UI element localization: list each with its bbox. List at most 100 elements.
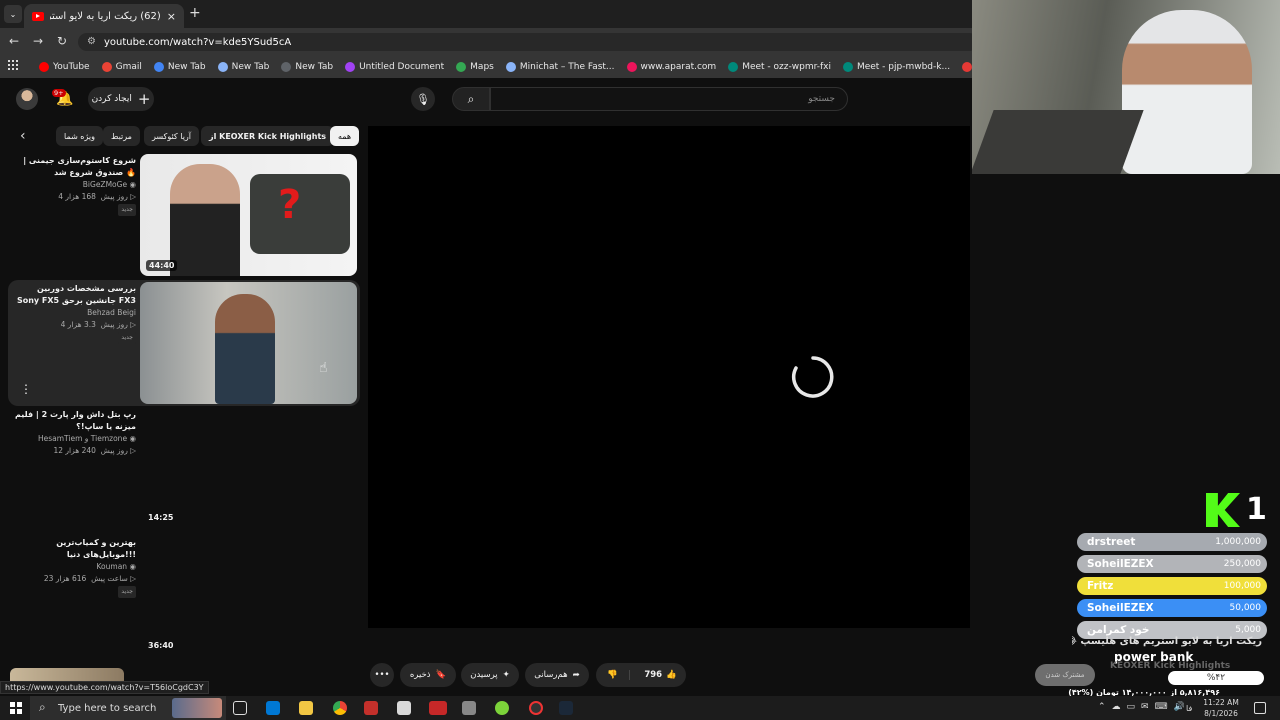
apps-grid-icon[interactable]: [8, 60, 18, 70]
address-bar[interactable]: ⚙ youtube.com/watch?v=kde5YSud5cA: [78, 33, 978, 51]
file-explorer-icon[interactable]: [299, 701, 313, 715]
browser-tab-active[interactable]: (62) ریکت آریا به لایو استریم های... ×: [24, 4, 184, 28]
donor-amount: 50,000: [1229, 603, 1262, 613]
search-icon: ⌕: [467, 91, 475, 106]
bookmark-item[interactable]: YouTube: [34, 62, 95, 72]
video-thumbnail[interactable]: [140, 282, 357, 404]
back-icon[interactable]: ←: [9, 34, 19, 48]
clock-date: 8/1/2026: [1204, 709, 1238, 718]
save-label: ذخیره: [409, 670, 431, 680]
goal-progress-bar: %۴۲: [1168, 671, 1264, 685]
webcam-keyboard: [972, 110, 1144, 174]
bookmark-label: YouTube: [53, 62, 90, 72]
donor-name: SoheilEZEX: [1087, 602, 1154, 614]
more-actions-button[interactable]: •••: [370, 663, 394, 687]
store-icon[interactable]: [266, 701, 280, 715]
leaderboard-row: drstreet 1,000,000: [1077, 533, 1267, 551]
share-button[interactable]: هم‌رسانی ➦: [525, 663, 589, 687]
video-thumbnail[interactable]: ? 44:40: [140, 154, 357, 276]
media-player-icon[interactable]: [364, 701, 378, 715]
reload-icon[interactable]: ↻: [57, 34, 67, 48]
chip-for-you[interactable]: ویژه شما: [56, 126, 104, 146]
bookmark-item[interactable]: Maps: [451, 62, 499, 72]
close-tab-icon[interactable]: ×: [167, 10, 176, 23]
video-title: بهترین و کمیاب‌ترین موبایل‌های دنیا!!!: [56, 538, 136, 559]
microphone-icon: 🎙: [416, 92, 430, 106]
bookmark-item[interactable]: Meet - pjp-mwbd-k...: [838, 62, 955, 72]
voice-search-button[interactable]: 🎙: [411, 87, 435, 111]
video-stats: 4 روز پیش 168 هزار ▷: [58, 192, 136, 201]
windows-start-icon[interactable]: [10, 702, 22, 714]
search-button[interactable]: ⌕: [452, 87, 490, 111]
new-badge: جدید: [118, 204, 136, 216]
chip-scroll-left-icon[interactable]: ‹: [20, 128, 26, 144]
bookmark-item[interactable]: Minichat – The Fast...: [501, 62, 620, 72]
like-button[interactable]: 796 👍: [635, 670, 686, 680]
notepad-icon[interactable]: [397, 701, 411, 715]
like-dislike-group: 👎 796 👍: [596, 663, 686, 687]
save-button[interactable]: ذخیره 🔖: [400, 663, 456, 687]
donor-name: Fritz: [1087, 580, 1114, 592]
create-button[interactable]: ایجاد کردن +: [88, 87, 154, 111]
system-tray-icons[interactable]: ⌃☁▭✉⌨🔊: [1098, 702, 1191, 712]
video-thumbnail[interactable]: [10, 668, 124, 682]
ask-button[interactable]: پرسیدن ✦: [461, 663, 519, 687]
bookmark-item[interactable]: New Tab: [149, 62, 211, 72]
share-icon: ➦: [572, 670, 580, 680]
share-label: هم‌رسانی: [534, 670, 568, 680]
video-title: شروع کاستوم‌سازی جیمنی | صندوق شروع شد 🔥: [23, 156, 136, 177]
bookmark-item[interactable]: New Tab: [276, 62, 338, 72]
chip-from-channel[interactable]: از KEOXER Kick Highlights: [201, 126, 335, 146]
bookmark-favicon-icon: [962, 62, 973, 72]
avatar[interactable]: [16, 88, 38, 110]
new-tab-button[interactable]: +: [189, 5, 201, 21]
video-channel: Kouman ◉: [96, 562, 136, 571]
language-indicator[interactable]: فا: [1186, 704, 1192, 713]
clock[interactable]: 11:22 AM 8/1/2026: [1196, 697, 1246, 719]
rec-app-icon[interactable]: [429, 701, 447, 715]
tab-search-button[interactable]: ⌄: [4, 5, 22, 23]
video-player[interactable]: [368, 126, 970, 628]
bookmark-favicon-icon: [626, 62, 637, 72]
obs-icon[interactable]: [529, 701, 543, 715]
dislike-icon[interactable]: 👎: [596, 670, 631, 680]
task-view-icon[interactable]: [233, 701, 247, 715]
thumbnail-person: [215, 294, 275, 404]
tab-title: (62) ریکت آریا به لایو استریم های...: [50, 10, 161, 22]
list-item[interactable]: رپ بتل داش وار پارت 2 | فلیم میزنه یا سا…: [14, 409, 136, 457]
taskbar-search-input[interactable]: ⌕ Type here to search: [30, 696, 226, 720]
plus-icon: +: [137, 90, 151, 108]
steam-icon[interactable]: [559, 701, 573, 715]
bookmark-item[interactable]: Meet - ozz-wpmr-fxi: [723, 62, 836, 72]
list-item[interactable]: شروع کاستوم‌سازی جیمنی | صندوق شروع شد 🔥…: [14, 155, 136, 216]
bookmark-item[interactable]: Gmail: [97, 62, 147, 72]
chip-all[interactable]: همه: [330, 126, 360, 146]
bookmark-label: Meet - pjp-mwbd-k...: [856, 62, 951, 72]
more-vertical-icon[interactable]: ⋮: [20, 382, 32, 396]
leaderboard-row: SoheilEZEX 50,000: [1077, 599, 1267, 617]
taskbar-search-placeholder: Type here to search: [58, 702, 157, 714]
bookmark-item[interactable]: Untitled Document: [340, 62, 449, 72]
chip-related[interactable]: مرتبط: [103, 126, 140, 146]
new-badge: جدید: [118, 332, 136, 344]
video-channel: Behzad Beigi: [87, 308, 136, 317]
more-horizontal-icon: •••: [374, 670, 390, 680]
forward-icon[interactable]: →: [33, 34, 43, 48]
notifications-button[interactable]: 🔔 9+: [52, 88, 74, 110]
chip-aria-keoxer[interactable]: آریا کئوکسر: [144, 126, 200, 146]
notification-center-icon[interactable]: [1254, 702, 1266, 714]
bookmark-item[interactable]: New Tab: [213, 62, 275, 72]
list-item[interactable]: بررسی مشخصات دوربین Sony FX5 جانشین برحق…: [14, 283, 136, 344]
chrome-icon[interactable]: [333, 701, 347, 715]
site-info-icon[interactable]: ⚙: [87, 36, 96, 47]
bookmark-item[interactable]: www.aparat.com: [622, 62, 722, 72]
youtube-favicon-icon: [32, 11, 44, 21]
app-green-icon[interactable]: [495, 701, 509, 715]
bookmark-label: www.aparat.com: [640, 62, 717, 72]
video-stats: 4 روز پیش 3.3 هزار ▷: [60, 320, 136, 329]
mixer-icon[interactable]: [462, 701, 476, 715]
list-item[interactable]: بهترین و کمیاب‌ترین موبایل‌های دنیا!!! K…: [14, 537, 136, 598]
video-duration: 14:25: [148, 513, 174, 522]
like-count: 796: [644, 670, 663, 680]
search-input[interactable]: جستجو: [490, 87, 848, 111]
